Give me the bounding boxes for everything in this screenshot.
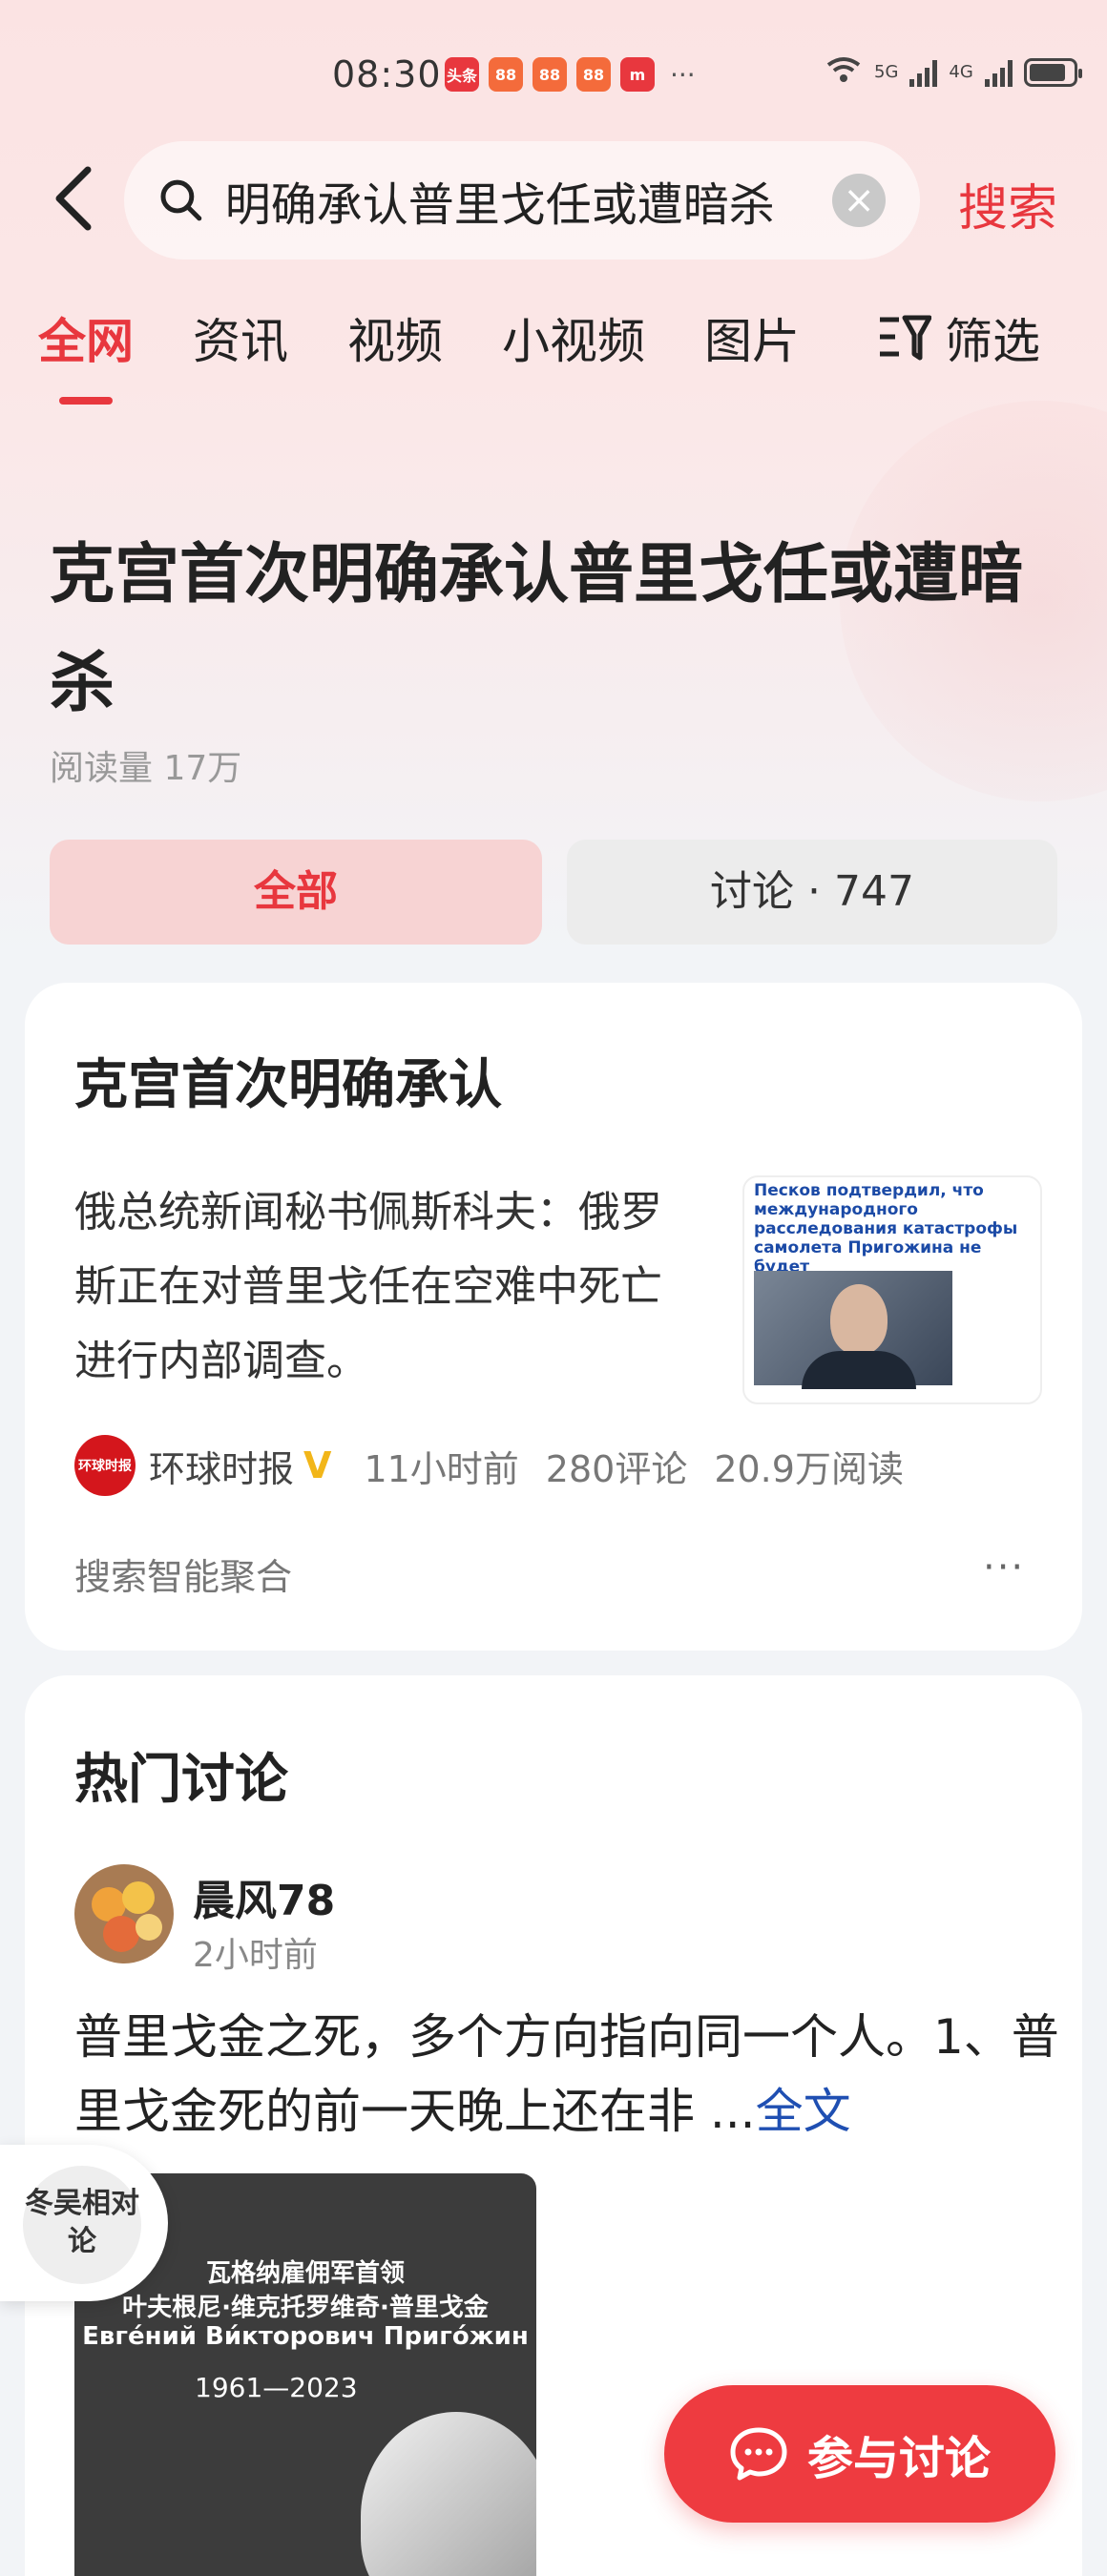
news-reads: 20.9万阅读	[714, 1447, 904, 1490]
source-logo: 环球时报	[74, 1435, 136, 1496]
post-body: 普里戈金之死，多个方向指向同一个人。1、普里戈金死的前一天晚上还在非 ...	[74, 2009, 1059, 2139]
notification-app-icon: m	[620, 57, 655, 92]
filter-icon	[880, 315, 931, 361]
search-input[interactable]: 明确承认普里戈任或遭暗杀 ×	[124, 141, 920, 260]
image-caption-line: Евге́ний Ви́кторович Приго́жин	[82, 2322, 529, 2351]
notification-app-icon: 88	[576, 57, 611, 92]
tab-images[interactable]: 图片	[704, 303, 800, 372]
floating-badge[interactable]: 冬吴相对论	[0, 2145, 168, 2301]
more-notifications-icon: ···	[670, 58, 696, 91]
segment-discussion[interactable]: 讨论 · 747	[567, 840, 1057, 945]
source-name[interactable]: 环球时报	[149, 1440, 294, 1492]
aggregation-label: 搜索智能聚合	[74, 1556, 293, 1598]
segment-all[interactable]: 全部	[50, 840, 542, 945]
image-caption-line: 叶夫根尼·维克托罗维奇·普里戈金	[122, 2294, 489, 2322]
tab-video[interactable]: 视频	[347, 303, 443, 372]
portrait-photo	[361, 2412, 536, 2576]
tab-all-web[interactable]: 全网	[38, 303, 134, 405]
signal-icon	[984, 58, 1013, 87]
user-name[interactable]: 晨风78	[193, 1866, 335, 1927]
filter-label: 筛选	[945, 314, 1040, 369]
search-icon	[160, 179, 202, 221]
avatar[interactable]	[74, 1864, 174, 1963]
thumbnail-headline: Песков подтвердил, что международного ра…	[754, 1181, 1018, 1277]
read-count: 阅读量 17万	[50, 749, 242, 788]
verified-icon: V	[303, 1444, 332, 1486]
topic-title: 克宫首次明确承认普里戈任或遭暗杀	[50, 537, 1024, 721]
status-indicators: 5G 4G	[825, 55, 1082, 89]
network-5g-label: 5G	[874, 62, 899, 82]
tab-news[interactable]: 资讯	[193, 303, 288, 372]
news-thumbnail[interactable]: Песков подтвердил, что международного ра…	[742, 1175, 1042, 1404]
news-card[interactable]: 克宫首次明确承认 俄总统新闻秘书佩斯科夫：俄罗斯正在对普里戈任在空难中死亡进行内…	[25, 983, 1082, 1651]
wifi-icon	[825, 55, 863, 89]
join-discussion-button[interactable]: 参与讨论	[664, 2385, 1055, 2523]
join-discussion-label: 参与讨论	[806, 2432, 991, 2485]
post-text: 普里戈金之死，多个方向指向同一个人。1、普里戈金死的前一天晚上还在非 ...全文	[74, 2000, 1067, 2149]
network-4g-label: 4G	[949, 62, 973, 82]
filter-button[interactable]: 筛选	[878, 303, 1040, 372]
status-time: 08:30	[332, 53, 442, 95]
search-query: 明确承认普里戈任或遭暗杀	[224, 178, 775, 232]
chevron-left-icon	[55, 166, 92, 231]
notification-app-icon: 88	[489, 57, 523, 92]
news-card-title: 克宫首次明确承认	[74, 1054, 502, 1116]
search-submit-button[interactable]: 搜索	[958, 168, 1057, 239]
floating-badge-logo: 冬吴相对论	[23, 2166, 141, 2284]
hot-discussion-title: 热门讨论	[74, 1749, 288, 1811]
status-app-icons: 头条 88 88 88 m ···	[445, 57, 696, 92]
category-tabs: 全网 资讯 视频 小视频 图片	[38, 303, 859, 405]
news-card-summary: 俄总统新闻秘书佩斯科夫：俄罗斯正在对普里戈任在空难中死亡进行内部调查。	[74, 1188, 662, 1385]
signal-icon	[909, 58, 938, 87]
tab-short-video[interactable]: 小视频	[502, 303, 645, 372]
news-meta: 环球时报 环球时报 V 11小时前 280评论 20.9万阅读	[74, 1435, 930, 1496]
toutiao-app-icon: 头条	[445, 57, 479, 92]
back-button[interactable]	[50, 164, 103, 233]
full-text-link[interactable]: 全文	[756, 2084, 851, 2139]
chat-bubble-icon	[730, 2427, 787, 2481]
news-comments: 280评论	[545, 1447, 688, 1490]
notification-app-icon: 88	[533, 57, 567, 92]
more-options-icon[interactable]: ···	[983, 1546, 1025, 1589]
clear-search-button[interactable]: ×	[832, 174, 886, 227]
battery-icon	[1023, 57, 1082, 87]
news-time: 11小时前	[364, 1447, 519, 1490]
thumbnail-photo	[754, 1271, 952, 1389]
post-time: 2小时前	[193, 1936, 318, 1975]
image-years: 1961—2023	[195, 2372, 358, 2403]
